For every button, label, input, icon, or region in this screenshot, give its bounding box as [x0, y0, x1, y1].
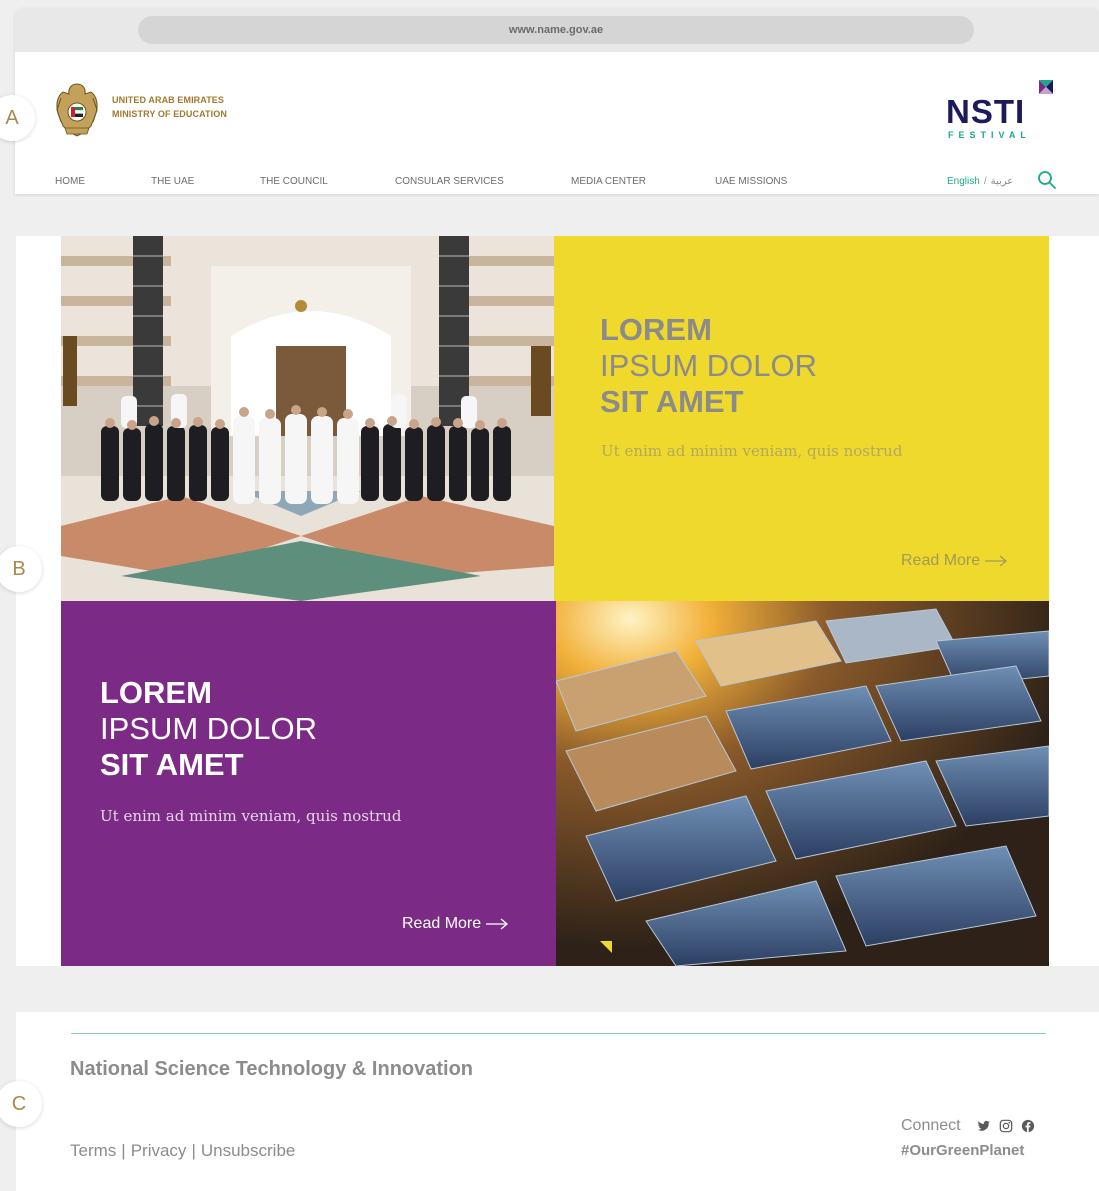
language-switcher: English / عربية [947, 176, 1013, 187]
solar-panels-photo [556, 601, 1049, 966]
logo-subtitle: FESTIVAL [948, 130, 1031, 140]
terms-link[interactable]: Terms [70, 1141, 116, 1161]
feature-card-purple: LOREM IPSUM DOLOR SIT AMET Ut enim ad mi… [61, 601, 556, 966]
connect-row: Connect [901, 1117, 1035, 1135]
lang-english[interactable]: English [947, 176, 980, 187]
link-separator: | [121, 1141, 126, 1160]
uae-emblem-icon [56, 83, 98, 137]
browser-toolbar: www.name.gov.ae [15, 8, 1099, 52]
arrow-right-icon [985, 555, 1008, 567]
lang-separator: / [983, 176, 987, 187]
footer-links: Terms | Privacy | Unsubscribe [70, 1141, 295, 1161]
facebook-icon[interactable] [1021, 1119, 1035, 1133]
nav-item-home[interactable]: HOME [55, 176, 85, 187]
nav-item-the-uae[interactable]: THE UAE [151, 176, 194, 187]
ministry-name: UNITED ARAB EMIRATES MINISTRY OF EDUCATI… [112, 93, 227, 121]
card-subtitle: Ut enim ad minim veniam, quis nostrud [100, 807, 402, 825]
arrow-right-icon [486, 918, 509, 930]
ministry-line-1: UNITED ARAB EMIRATES [112, 95, 224, 105]
url-text: www.name.gov.ae [508, 24, 604, 36]
footer-title: National Science Technology & Innovation [70, 1058, 474, 1080]
nsti-mark-icon [1039, 80, 1053, 94]
feature-card-yellow: LOREM IPSUM DOLOR SIT AMET Ut enim ad mi… [554, 236, 1049, 601]
read-more-label: Read More [901, 552, 981, 569]
headline-line-1: LOREM [600, 312, 712, 347]
hashtag: #OurGreenPlanet [901, 1142, 1025, 1159]
instagram-icon[interactable] [999, 1119, 1013, 1133]
connect-label: Connect [901, 1117, 961, 1134]
browser-window: www.name.gov.ae UNITED ARAB EMIRATES MIN… [15, 8, 1099, 194]
site-footer: National Science Technology & Innovation… [16, 1012, 1099, 1191]
ministry-line-2: MINISTRY OF EDUCATION [112, 109, 227, 119]
marker-label: C [11, 1092, 27, 1115]
search-icon[interactable] [1037, 170, 1057, 190]
marker-label: A [5, 106, 19, 129]
headline-line-2: IPSUM DOLOR [600, 348, 818, 383]
nav-item-the-council[interactable]: THE COUNCIL [260, 176, 328, 187]
privacy-link[interactable]: Privacy [131, 1141, 187, 1161]
card-subtitle: Ut enim ad minim veniam, quis nostrud [601, 442, 903, 460]
headline-line-3: SIT AMET [600, 384, 744, 419]
logo-word: NSTI [946, 93, 1026, 130]
read-more-label: Read More [402, 915, 482, 932]
unsubscribe-link[interactable]: Unsubscribe [201, 1141, 296, 1161]
link-separator: | [191, 1141, 196, 1160]
nav-item-uae-missions[interactable]: UAE MISSIONS [715, 176, 787, 187]
footer-divider [71, 1033, 1046, 1034]
address-bar[interactable]: www.name.gov.ae [138, 16, 974, 44]
nav-item-consular-services[interactable]: CONSULAR SERVICES [395, 176, 504, 187]
read-more-link[interactable]: Read More [901, 552, 1008, 570]
card-headline: LOREM IPSUM DOLOR SIT AMET [100, 675, 317, 783]
lang-arabic[interactable]: عربية [991, 176, 1014, 187]
social-icons [977, 1119, 1035, 1133]
marker-label: B [12, 557, 26, 580]
nav-item-media-center[interactable]: MEDIA CENTER [571, 176, 646, 187]
content-grid: LOREM IPSUM DOLOR SIT AMET Ut enim ad mi… [16, 236, 1099, 966]
card-headline: LOREM IPSUM DOLOR SIT AMET [600, 312, 817, 420]
headline-line-3: SIT AMET [100, 747, 244, 782]
group-photo [61, 236, 554, 601]
read-more-link[interactable]: Read More [402, 915, 509, 933]
headline-line-2: IPSUM DOLOR [100, 711, 318, 746]
twitter-icon[interactable] [977, 1119, 991, 1133]
headline-line-1: LOREM [100, 675, 212, 710]
nsti-festival-logo[interactable]: NSTI FESTIVAL [943, 80, 1053, 144]
